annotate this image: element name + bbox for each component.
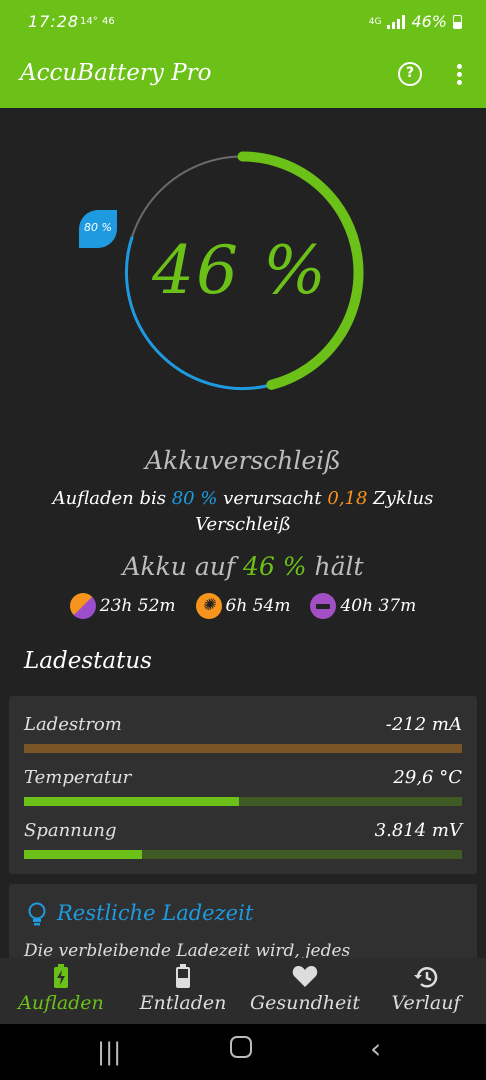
tab-gesundheit-label: Gesundheit	[249, 992, 360, 1014]
bottom-navigation: Aufladen Entladen Gesundheit Verlauf	[0, 958, 486, 1024]
voltage-bar-fill	[24, 850, 143, 859]
status-time: 17:28	[28, 12, 80, 31]
temperature-bar-fill	[24, 797, 239, 806]
tab-aufladen-label: Aufladen	[18, 992, 104, 1014]
temperature-bar	[24, 797, 462, 806]
charge-status-heading: Ladestatus	[24, 648, 152, 674]
tab-entladen-label: Entladen	[139, 992, 227, 1014]
sleep-icon	[310, 593, 337, 619]
history-icon	[414, 967, 438, 988]
charge-alarm-marker[interactable]: 80 %	[79, 210, 117, 248]
mixed-usage-value: 23h 52m	[99, 596, 176, 616]
hold-times: 23h 52m 6h 54m 40h 37m	[0, 593, 486, 619]
screen-on-time: 6h 54m	[195, 593, 291, 619]
charge-status-card: Ladestrom -212 mA Temperatur 29,6 °C Spa…	[9, 696, 477, 874]
charge-alarm-label: 80 %	[84, 221, 112, 234]
voltage-value: 3.814 mV	[374, 820, 462, 841]
system-navigation-bar: ||| ‹	[0, 1024, 486, 1080]
temperature-value: 29,6 °C	[393, 767, 462, 788]
battery-percent: 46 %	[152, 232, 328, 309]
wear-text: Aufladen bis 80 % verursacht 0,18 Zyklus…	[0, 486, 486, 538]
status-temperature: 14°	[80, 16, 98, 27]
status-extra: 46	[102, 16, 115, 27]
tab-entladen[interactable]: Entladen	[122, 958, 244, 1024]
tab-verlauf-label: Verlauf	[391, 992, 461, 1014]
sleep-value: 40h 37m	[340, 596, 417, 616]
charge-current-label: Ladestrom	[24, 714, 122, 735]
wear-heading: Akkuverschleiß	[145, 446, 341, 475]
screen-on-icon	[195, 593, 222, 619]
temperature-label: Temperatur	[24, 767, 132, 788]
remaining-time-heading: Restliche Ladezeit	[57, 901, 254, 925]
status-battery-icon	[453, 14, 462, 29]
network-type: 4G	[368, 16, 382, 27]
tab-aufladen[interactable]: Aufladen	[0, 958, 122, 1024]
mixed-usage-time: 23h 52m	[69, 593, 176, 619]
wear-target: 80 %	[171, 488, 218, 509]
signal-icon	[387, 14, 406, 29]
status-bar: 17:28 14° 46 4G 46%	[0, 0, 486, 42]
voltage-label: Spannung	[24, 820, 117, 841]
back-icon[interactable]: ‹	[370, 1032, 381, 1065]
sleep-time: 40h 37m	[310, 593, 416, 619]
charging-battery-icon	[54, 964, 68, 988]
heart-icon	[292, 966, 318, 987]
tab-gesundheit[interactable]: Gesundheit	[244, 958, 366, 1024]
wear-text-pre: Aufladen bis	[52, 488, 172, 509]
charge-current-bar	[24, 744, 462, 753]
app-bar: AccuBattery Pro ?	[0, 42, 486, 108]
charge-current-value: -212 mA	[385, 714, 462, 735]
hold-post: hält	[306, 552, 364, 581]
app-title: AccuBattery Pro	[20, 60, 212, 86]
hold-pre: Akku auf	[122, 552, 244, 581]
mixed-usage-icon	[69, 593, 96, 619]
status-battery-text: 46%	[411, 12, 447, 31]
more-options-icon[interactable]	[449, 62, 469, 88]
voltage-bar	[24, 850, 462, 859]
battery-icon	[176, 964, 190, 988]
hold-percent: 46 %	[243, 552, 307, 581]
wear-text-mid: verursacht	[217, 488, 328, 509]
help-icon[interactable]: ?	[398, 62, 422, 86]
tab-verlauf[interactable]: Verlauf	[366, 958, 486, 1024]
hold-heading: Akku auf 46 % hält	[0, 552, 486, 581]
home-icon[interactable]	[230, 1036, 252, 1058]
wear-cycles: 0,18	[327, 488, 368, 509]
screen-on-value: 6h 54m	[225, 596, 291, 616]
lightbulb-icon	[28, 902, 46, 926]
recent-apps-icon[interactable]: |||	[97, 1038, 121, 1066]
